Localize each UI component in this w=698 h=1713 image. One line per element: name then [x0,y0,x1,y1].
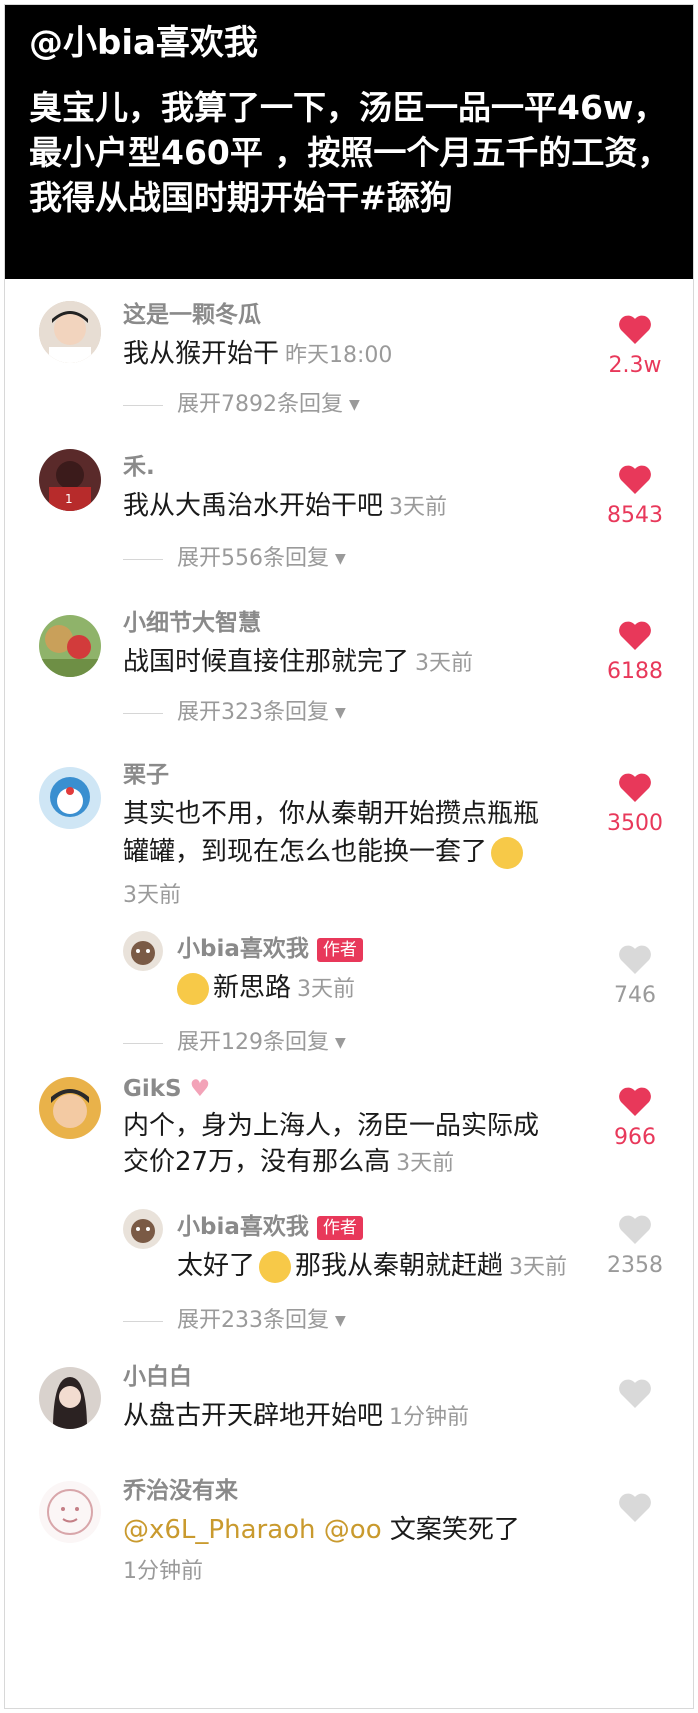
chevron-down-icon: ▼ [349,397,360,413]
divider [123,712,163,714]
comment-text: 战国时候直接住那就完了 3天前 [123,647,474,677]
avatar[interactable]: 1 [39,449,101,511]
like-count: 2.3w [608,353,662,378]
comment-time: 1分钟前 [123,1559,203,1584]
reply-time: 3天前 [509,1255,568,1280]
mention-link[interactable]: @x6L_Pharaoh [123,1515,316,1545]
comment-username[interactable]: 乔治没有来 [123,1477,238,1505]
chevron-down-icon: ▼ [335,1313,346,1329]
comment-text-line: 交价27万，没有那么高 3天前 [123,1147,455,1177]
like-button[interactable]: 2.3w [595,313,675,381]
svg-text:1: 1 [65,492,73,506]
comment-time: 昨天18:00 [285,343,393,368]
like-button[interactable]: 746 [595,943,675,1011]
reply-username[interactable]: 小bia喜欢我 作者 [177,1213,363,1241]
comment-username[interactable]: 这是一颗冬瓜 [123,301,261,329]
video-author[interactable]: @小bia喜欢我 [29,23,258,63]
video-caption-header: @小bia喜欢我 臭宝儿，我算了一下，汤臣一品一平46w，最小户型460平 ，按… [5,5,693,279]
expand-replies-button[interactable]: 展开7892条回复 ▼ [123,391,360,419]
avatar[interactable] [39,1481,101,1543]
heart-icon [619,1493,651,1522]
comment-text: 我从猴开始干 昨天18:00 [123,339,393,369]
like-button[interactable] [595,1377,675,1413]
comment-time: 1分钟前 [389,1405,470,1430]
heart-icon [619,773,651,802]
like-button[interactable]: 2358 [595,1213,675,1281]
mention-link[interactable]: @oo [324,1515,382,1545]
like-count: 8543 [607,503,663,528]
heart-icon [619,1087,651,1116]
like-button[interactable]: 6188 [595,619,675,687]
heart-icon [619,465,651,494]
like-count: 2358 [607,1253,663,1278]
expand-replies-button[interactable]: 展开233条回复 ▼ [123,1307,346,1335]
reply-avatar[interactable] [123,1209,163,1249]
divider [123,1042,163,1044]
comment-username[interactable]: 小白白 [123,1363,192,1391]
chevron-down-icon: ▼ [335,705,346,721]
heart-icon [619,1379,651,1408]
like-button[interactable]: 3500 [595,771,675,839]
comment-username[interactable]: 栗子 [123,761,169,789]
like-count: 966 [614,1125,656,1150]
divider [123,1320,163,1322]
like-count: 746 [614,983,656,1008]
comment-username[interactable]: 小细节大智慧 [123,609,261,637]
reply-username[interactable]: 小bia喜欢我 作者 [177,935,363,963]
author-badge: 作者 [316,937,363,962]
comment-time: 3天前 [389,495,448,520]
like-count: 3500 [607,811,663,836]
comment-time: 3天前 [415,651,474,676]
video-caption: 臭宝儿，我算了一下，汤臣一品一平46w，最小户型460平 ，按照一个月五千的工资… [29,88,671,217]
chevron-down-icon: ▼ [335,551,346,567]
author-badge: 作者 [316,1215,363,1240]
like-button[interactable]: 8543 [595,463,675,531]
chevron-down-icon: ▼ [335,1035,346,1051]
expand-replies-button[interactable]: 展开129条回复 ▼ [123,1029,346,1057]
expand-replies-button[interactable]: 展开323条回复 ▼ [123,699,346,727]
like-button[interactable]: 966 [595,1085,675,1153]
comment-time: 3天前 [123,883,181,908]
avatar[interactable] [39,767,101,829]
comment-username[interactable]: GikS ♥ [123,1075,210,1103]
reply-time: 3天前 [297,977,356,1002]
thinking-emoji-icon [491,836,524,869]
avatar[interactable] [39,615,101,677]
comment-text-line: 内个，身为上海人，汤臣一品实际成 [123,1111,540,1141]
pleading-emoji-icon [259,1250,292,1283]
heart-icon [619,1215,651,1244]
reply-text: 新思路 3天前 [177,969,355,1009]
avatar[interactable] [39,1077,101,1139]
like-button[interactable] [595,1491,675,1527]
comment-text: 从盘古开天辟地开始吧 1分钟前 [123,1401,470,1431]
comment-text: 我从大禹治水开始干吧 3天前 [123,491,448,521]
reply-text: 太好了 那我从秦朝就赶趟 3天前 [177,1250,568,1283]
comment-screen: @小bia喜欢我 臭宝儿，我算了一下，汤臣一品一平46w，最小户型460平 ，按… [4,4,694,1709]
like-count: 6188 [607,659,663,684]
heart-icon [619,315,651,344]
comment-time: 3天前 [396,1151,455,1176]
comment-text: @x6L_Pharaoh @oo 文案笑死了 [123,1515,520,1545]
heart-icon [619,945,651,974]
comment-username[interactable]: 禾. [123,453,155,481]
expand-replies-button[interactable]: 展开556条回复 ▼ [123,545,346,573]
pleading-emoji-icon [177,972,209,1005]
reply-avatar[interactable] [123,931,163,971]
divider [123,558,163,560]
comment-text-line: 其实也不用，你从秦朝开始攒点瓶瓶 [123,799,540,829]
heart-icon [619,621,651,650]
comment-text-line: 罐罐，到现在怎么也能换一套了 [123,833,524,871]
avatar[interactable] [39,1367,101,1429]
avatar[interactable] [39,301,101,363]
pink-heart-icon: ♥ [189,1076,211,1102]
divider [123,404,163,406]
